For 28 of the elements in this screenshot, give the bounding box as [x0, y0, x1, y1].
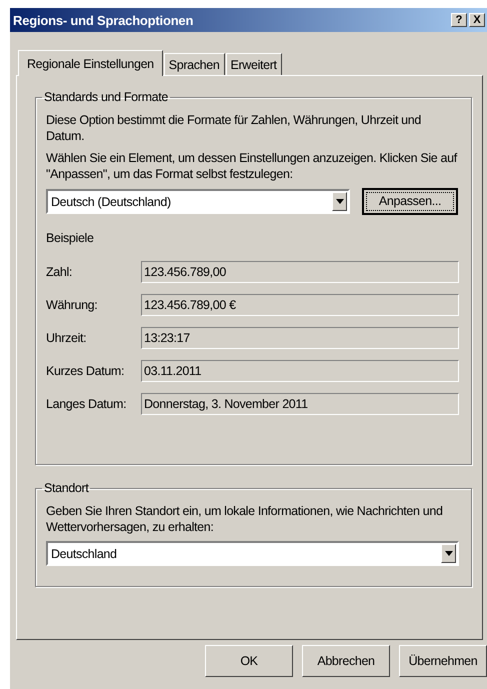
dialog-button[interactable]: Übernehmen	[399, 645, 487, 677]
group-title: Standort	[43, 481, 90, 495]
tab[interactable]: Regionale Einstellungen	[18, 50, 163, 76]
window-title: Regions- und Sprachoptionen	[13, 12, 194, 28]
instruction-text: Wählen Sie ein Element, um dessen Einstellungen anzuzeigen. Klicken Sie auf "Anpassen", um das Format selbst festzulegen:	[46, 150, 458, 182]
example-field: 03.11.2011	[141, 360, 459, 382]
format-dropdown[interactable]: Deutsch (Deutschland)	[46, 189, 350, 214]
example-label: Zahl:	[46, 265, 74, 279]
example-label: Langes Datum:	[46, 397, 128, 411]
dialog-button[interactable]: OK	[205, 645, 293, 677]
dialog-button[interactable]: Abbrechen	[302, 645, 390, 677]
tab[interactable]: Erweitert	[226, 53, 282, 75]
tab[interactable]: Sprachen	[164, 53, 224, 75]
example-label: Uhrzeit:	[46, 331, 88, 345]
example-field: 123.456.789,00	[141, 261, 459, 283]
example-label: Kurzes Datum:	[46, 364, 126, 378]
example-field: Donnerstag, 3. November 2011	[141, 393, 459, 415]
instruction-text: Geben Sie Ihren Standort ein, um lokale Informationen, wie Nachrichten und Wettervorhersagen, zu erhalten:	[46, 503, 444, 535]
customize-button[interactable]: Anpassen...	[362, 188, 458, 215]
group-title: Standards und Formate	[43, 90, 169, 104]
example-field: 123.456.789,00 €	[141, 294, 459, 316]
example-label: Währung:	[46, 298, 98, 312]
close-button[interactable]: X	[469, 13, 485, 27]
help-button[interactable]: ?	[451, 13, 467, 27]
example-field: 13:23:17	[141, 327, 459, 349]
description-text: Diese Option bestimmt die Formate für Zahlen, Währungen, Uhrzeit und Datum.	[46, 112, 422, 144]
location-dropdown[interactable]: Deutschland	[46, 541, 459, 566]
examples-heading: Beispiele	[46, 231, 95, 245]
